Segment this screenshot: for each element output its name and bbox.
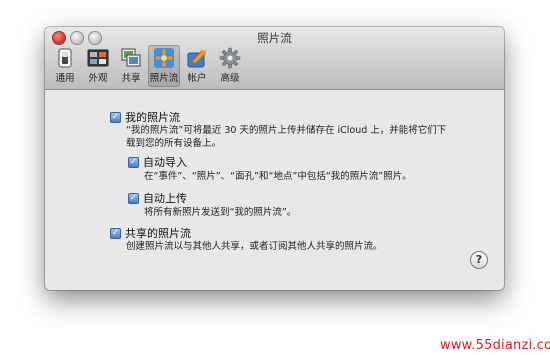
help-button[interactable]: ? <box>470 251 488 269</box>
window-title: 照片流 <box>257 31 292 45</box>
my-photostream-row: ✓ 我的照片流 <box>110 109 180 125</box>
site-watermark: www.55dianzi.com <box>438 338 550 353</box>
tab-appearance[interactable]: 外观 <box>82 45 114 87</box>
tab-accounts-label: 帐户 <box>187 73 207 84</box>
preferences-window: 照片流 通用 外观 共享 照片流 帐户 高级 ✓ 我的照片流 “我的照片流”可将… <box>45 27 504 290</box>
auto-import-checkbox[interactable]: ✓ <box>128 156 139 168</box>
tab-accounts[interactable]: 帐户 <box>181 45 213 87</box>
tab-sharing[interactable]: 共享 <box>115 45 147 87</box>
tab-photostream[interactable]: 照片流 <box>148 45 180 87</box>
my-photostream-description: “我的照片流”可将最近 30 天的照片上传并储存在 iCloud 上，并能将它们… <box>126 124 446 150</box>
switch-icon <box>58 48 72 68</box>
shared-photostream-description: 创建照片流以与其他人共享，或者订阅其他人共享的照片流。 <box>126 241 383 252</box>
gear-icon <box>219 47 241 69</box>
my-photostream-desc-line2: 载到您的所有设备上。 <box>126 138 222 149</box>
auto-import-label: 自动导入 <box>143 156 187 169</box>
tab-photostream-label: 照片流 <box>149 73 179 84</box>
tab-general-label: 通用 <box>55 73 75 84</box>
photostream-settings-pane: ✓ 我的照片流 “我的照片流”可将最近 30 天的照片上传并储存在 iCloud… <box>45 90 504 290</box>
accounts-icon <box>187 50 206 68</box>
tab-advanced[interactable]: 高级 <box>214 45 246 87</box>
my-photostream-desc-line1: “我的照片流”可将最近 30 天的照片上传并储存在 iCloud 上，并能将它们… <box>126 125 447 136</box>
shared-photostream-row: ✓ 共享的照片流 <box>110 225 191 241</box>
my-photostream-label: 我的照片流 <box>125 111 180 124</box>
tab-appearance-label: 外观 <box>88 73 108 84</box>
photostream-icon <box>154 48 174 68</box>
auto-upload-label: 自动上传 <box>143 192 187 205</box>
titlebar: 照片流 通用 外观 共享 照片流 帐户 高级 <box>45 27 504 90</box>
auto-upload-checkbox[interactable]: ✓ <box>128 192 139 204</box>
tab-sharing-label: 共享 <box>121 73 141 84</box>
auto-import-row: ✓ 自动导入 <box>128 154 187 170</box>
appearance-icon <box>87 49 109 67</box>
auto-import-description: 在“事件”、“照片”、“面孔”和“地点”中包括“我的照片流”照片。 <box>144 171 412 182</box>
shared-photostream-label: 共享的照片流 <box>125 227 191 240</box>
tab-general[interactable]: 通用 <box>49 45 81 87</box>
tab-advanced-label: 高级 <box>220 73 240 84</box>
my-photostream-checkbox[interactable]: ✓ <box>110 111 121 123</box>
preferences-toolbar: 通用 外观 共享 照片流 帐户 高级 <box>49 45 246 87</box>
shared-photostream-checkbox[interactable]: ✓ <box>110 227 121 239</box>
auto-upload-description: 将所有新照片发送到“我的照片流”。 <box>144 207 297 218</box>
auto-upload-row: ✓ 自动上传 <box>128 190 187 206</box>
sharing-icon <box>121 48 141 67</box>
